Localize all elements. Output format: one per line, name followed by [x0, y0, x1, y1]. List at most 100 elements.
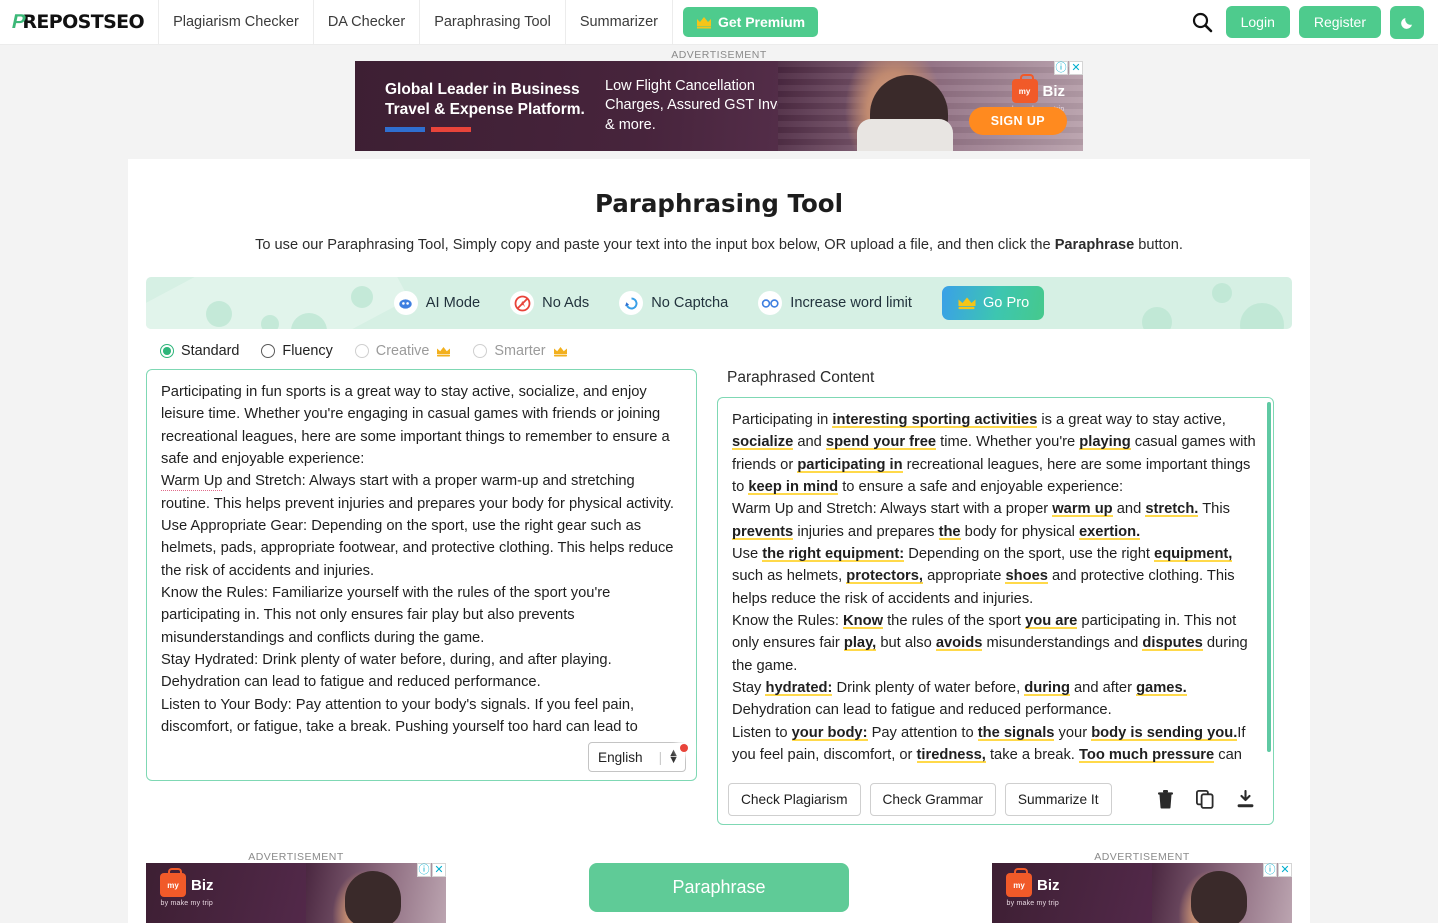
- login-button[interactable]: Login: [1225, 6, 1290, 38]
- mode-option-creative[interactable]: Creative: [354, 343, 452, 359]
- top-ad-model-body: [857, 119, 954, 151]
- paraphrase-button[interactable]: Paraphrase: [589, 863, 849, 912]
- output-panel: Participating in interesting sporting ac…: [717, 397, 1274, 825]
- bottom-left-ad-brand: my Biz by make my trip: [160, 868, 214, 907]
- crown-icon: [436, 346, 451, 357]
- highlighted-phrase: playing: [1079, 434, 1131, 451]
- briefcase-icon: my: [1011, 74, 1038, 103]
- highlighted-phrase: games.: [1136, 680, 1187, 697]
- highlighted-phrase: equipment,: [1154, 546, 1233, 563]
- highlighted-phrase: stretch.: [1145, 501, 1199, 518]
- feature-no-captcha: No Captcha: [619, 291, 728, 315]
- no-ads-icon: A: [510, 291, 535, 315]
- language-select-value: English: [598, 749, 643, 765]
- text-run: time. Whether you're: [936, 434, 1080, 451]
- nav-plagiarism-checker[interactable]: Plagiarism Checker: [159, 0, 314, 44]
- text-run: Know the Rules: Familiarize yourself wit…: [161, 585, 611, 646]
- radio-standard[interactable]: [160, 344, 174, 358]
- info-icon[interactable]: ⓘ: [1263, 863, 1277, 877]
- ai-brain-icon: [393, 291, 418, 315]
- mode-option-fluency[interactable]: Fluency: [261, 343, 333, 359]
- select-divider: |: [658, 749, 663, 765]
- trash-icon[interactable]: [1155, 788, 1176, 811]
- bottom-left-ad-brand-name: Biz: [191, 876, 214, 894]
- highlighted-phrase: shoes: [1005, 568, 1048, 585]
- text-run: Use: [732, 546, 763, 563]
- go-pro-button[interactable]: Go Pro: [941, 286, 1045, 320]
- check-plagiarism-button[interactable]: Check Plagiarism: [728, 783, 861, 816]
- site-logo[interactable]: P REPOSTSEO: [0, 0, 160, 44]
- mode-creative-label: Creative: [375, 343, 430, 359]
- text-run: and: [1112, 501, 1146, 518]
- text-run: can: [1214, 747, 1242, 764]
- moon-icon[interactable]: [1390, 5, 1424, 39]
- bottom-right-ad-column: ADVERTISEMENT ⓘ ✕ my Biz by make my trip…: [992, 847, 1292, 923]
- highlighted-phrase: keep in mind: [748, 479, 839, 496]
- spellcheck-phrase: Warm Up: [161, 473, 223, 492]
- text-run: Warm Up and Stretch: Always start with a…: [732, 501, 1053, 518]
- feature-word-limit-label: Increase word limit: [790, 295, 912, 311]
- text-paragraph: Participating in interesting sporting ac…: [732, 409, 1259, 498]
- text-paragraph: Use the right equipment: Depending on th…: [732, 543, 1259, 610]
- summarize-it-button[interactable]: Summarize It: [1004, 783, 1112, 816]
- text-run: such as helmets,: [732, 568, 847, 585]
- info-icon[interactable]: ⓘ: [417, 863, 431, 877]
- main-nav: Plagiarism Checker DA Checker Paraphrasi…: [159, 0, 673, 44]
- infinity-icon: [758, 291, 783, 315]
- bottom-left-ad-model: [345, 871, 402, 923]
- bottom-left-advertisement[interactable]: ⓘ ✕ my Biz by make my trip Global Leader…: [146, 863, 446, 923]
- get-premium-button[interactable]: Get Premium: [682, 7, 819, 37]
- close-icon[interactable]: ✕: [1069, 61, 1083, 75]
- highlighted-phrase: interesting sporting activities: [832, 412, 1038, 428]
- highlighted-phrase: the: [938, 523, 961, 540]
- top-advertisement[interactable]: ⓘ ✕ Global Leader in Business Travel & E…: [355, 61, 1083, 151]
- highlighted-phrase: the signals: [977, 724, 1055, 741]
- text-run: your: [1054, 724, 1092, 741]
- text-run: Stay Hydrated: Drink plenty of water bef…: [161, 652, 612, 691]
- bottom-right-ad-brand-name: Biz: [1037, 876, 1060, 894]
- copy-icon[interactable]: [1194, 788, 1216, 811]
- top-ad-bars: [385, 127, 605, 133]
- text-run: take a break.: [985, 747, 1079, 764]
- close-icon[interactable]: ✕: [432, 863, 446, 877]
- main-content-card: Paraphrasing Tool To use our Paraphrasin…: [128, 159, 1310, 923]
- highlighted-phrase: you are: [1025, 613, 1078, 630]
- top-ad-signup-button[interactable]: SIGN UP: [968, 107, 1067, 135]
- text-run: This: [1198, 501, 1230, 518]
- mode-option-smarter[interactable]: Smarter: [473, 343, 567, 359]
- info-icon[interactable]: ⓘ: [1054, 61, 1068, 75]
- text-paragraph: Warm Up and Stretch: Always start with a…: [732, 498, 1259, 543]
- subtitle-part-1: To use our Paraphrasing Tool, Simply cop…: [255, 237, 1055, 253]
- check-grammar-button[interactable]: Check Grammar: [869, 783, 996, 816]
- output-scrollbar[interactable]: [1267, 402, 1271, 752]
- nav-summarizer[interactable]: Summarizer: [566, 0, 673, 44]
- radio-creative[interactable]: [354, 344, 369, 358]
- radio-fluency[interactable]: [261, 344, 276, 358]
- paraphrased-text-output[interactable]: Participating in interesting sporting ac…: [718, 398, 1273, 775]
- text-paragraph: Know the Rules: Know the rules of the sp…: [732, 610, 1259, 677]
- nav-paraphrasing-tool[interactable]: Paraphrasing Tool: [420, 0, 566, 44]
- feature-ai-mode-label: AI Mode: [425, 295, 481, 311]
- close-icon[interactable]: ✕: [1278, 863, 1292, 877]
- page-subtitle: To use our Paraphrasing Tool, Simply cop…: [146, 237, 1292, 253]
- source-text-input[interactable]: Participating in fun sports is a great w…: [147, 370, 696, 734]
- subtitle-part-2: button.: [1134, 237, 1183, 253]
- search-icon[interactable]: [1187, 7, 1217, 37]
- text-run: and: [793, 434, 826, 451]
- feature-bar-dot: [1240, 303, 1284, 329]
- mode-fluency-label: Fluency: [282, 343, 333, 359]
- paraphrase-action-column: Paraphrase: [446, 847, 992, 912]
- language-select[interactable]: English | ▲ ▼: [588, 742, 686, 772]
- mode-option-standard[interactable]: Standard: [160, 343, 239, 359]
- download-icon[interactable]: [1234, 788, 1257, 811]
- bottom-right-advertisement[interactable]: ⓘ ✕ my Biz by make my trip Global Leader…: [992, 863, 1292, 923]
- output-column: Paraphrased Content Participating in int…: [717, 369, 1274, 825]
- editor-columns: Participating in fun sports is a great w…: [146, 369, 1292, 825]
- scroll-position-marker: [680, 744, 688, 752]
- top-ad-brand-name: Biz: [1042, 82, 1066, 100]
- highlighted-phrase: disputes: [1142, 635, 1203, 652]
- nav-da-checker[interactable]: DA Checker: [314, 0, 421, 44]
- text-run: Listen to: [732, 724, 792, 741]
- register-button[interactable]: Register: [1298, 6, 1381, 38]
- radio-smarter[interactable]: [473, 344, 488, 358]
